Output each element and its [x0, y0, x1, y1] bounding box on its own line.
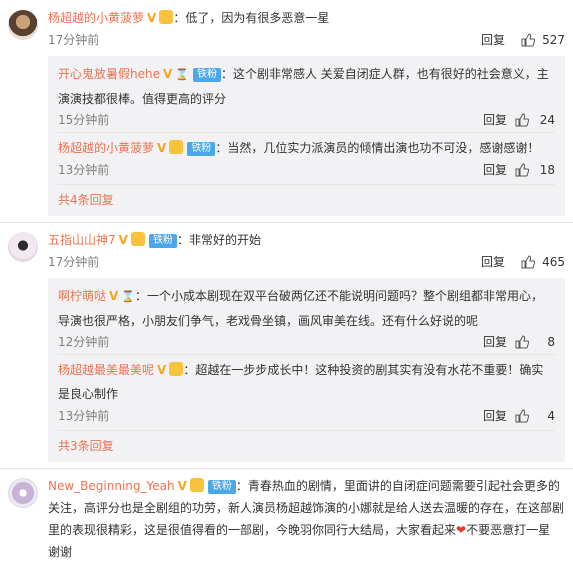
reply-button[interactable]: 回复 — [483, 160, 507, 180]
reply-item: 杨超越最美最美呢 V ：超越在一步步成长中！这种投资的剧其实有没有水花不重要！确实 … — [58, 358, 555, 423]
fan-badge: 铁粉 — [207, 480, 236, 494]
comment-text: ：非常好的开始 — [176, 233, 261, 247]
like-count: 18 — [539, 163, 555, 177]
comment-text: 不要恶意打一星 — [466, 523, 551, 537]
reply-text-line: 杨超越的小黄菠萝 V 铁粉 ：当然，几位实力派演员的倾情出演也功不可没，感谢感谢！ — [58, 136, 555, 160]
vip-badge-icon: V — [157, 363, 167, 377]
divider — [58, 354, 555, 355]
comment-text-line: 里的表现很精彩，这是很值得看的一部剧，今晚羽你同行大结局，大家看起来❤不要恶意打… — [48, 520, 565, 540]
comment-meta: 17分钟前 回复 465 — [48, 252, 565, 272]
reply-text-line: 导演也很严格，小朋友们争气，老戏骨坐镇，画风审美在线。还有什么好说的呢 — [58, 314, 479, 328]
fan-badge: 铁粉 — [148, 234, 177, 248]
comment-text-line: New_Beginning_Yeah V 铁粉 ：青春热血的剧情，里面讲的自闭症问题需… — [48, 476, 565, 496]
timestamp: 12分钟前 — [58, 335, 110, 349]
username-link[interactable]: 五指山山神7 — [48, 233, 116, 247]
divider — [58, 132, 555, 133]
reply-item: 杨超越的小黄菠萝 V 铁粉 ：当然，几位实力派演员的倾情出演也功不可没，感谢感谢！ 1… — [58, 136, 555, 177]
like-count: 4 — [547, 409, 555, 423]
fan-badge: 铁粉 — [192, 68, 221, 82]
timestamp: 13分钟前 — [58, 163, 110, 177]
like-count: 24 — [539, 113, 555, 127]
comment-divider — [0, 222, 573, 223]
comment-text-line: 杨超越的小黄菠萝 V ：低了，因为有很多恶意一星 — [48, 8, 565, 28]
username-link[interactable]: 啊柠萌哒 — [58, 289, 106, 303]
more-replies-link[interactable]: 共3条回复 — [58, 436, 114, 456]
thumbs-up-icon[interactable] — [515, 113, 529, 127]
username-link[interactable]: 杨超越的小黄菠萝 — [58, 141, 154, 155]
reply-text: ：这个剧非常感人 关爱自闭症人群，也有很好的社会意义，主 — [220, 67, 549, 81]
comment-meta: 17分钟前 回复 527 — [48, 30, 565, 50]
comment-divider — [0, 468, 573, 469]
reply-button[interactable]: 回复 — [481, 252, 505, 272]
reply-meta: 15分钟前 回复 24 — [58, 110, 555, 130]
thumbs-up-icon[interactable] — [521, 33, 535, 47]
username-link[interactable]: 杨超越的小黄菠萝 — [48, 11, 144, 25]
fan-medal-icon — [169, 140, 184, 154]
reply-meta: 13分钟前 回复 4 — [58, 406, 555, 426]
more-replies-link[interactable]: 共4条回复 — [58, 190, 114, 210]
reply-text-line: 是良心制作 — [58, 387, 119, 401]
reply-text-line: 开心鬼放暑假hehe V ⌛ 铁粉 ：这个剧非常感人 关爱自闭症人群，也有很好的社会意义… — [58, 62, 555, 87]
reply-text: ：超越在一步步成长中！这种投资的剧其实有没有水花不重要！确实 — [183, 363, 544, 377]
thumbs-up-icon[interactable] — [521, 255, 535, 269]
fan-medal-icon — [189, 478, 204, 492]
fan-medal-icon — [169, 362, 184, 376]
hourglass-icon: ⌛ — [175, 68, 189, 81]
reply-thread: 开心鬼放暑假hehe V ⌛ 铁粉 ：这个剧非常感人 关爱自闭症人群，也有很好的社会意义… — [48, 56, 565, 216]
fan-medal-icon — [130, 232, 145, 246]
reply-text: ：一个小成本剧现在双平台破两亿还不能说明问题吗？整个剧组都非常用心， — [135, 289, 544, 303]
reply-item: 开心鬼放暑假hehe V ⌛ 铁粉 ：这个剧非常感人 关爱自闭症人群，也有很好的社会意义… — [58, 62, 555, 127]
vip-badge-icon: V — [162, 67, 173, 81]
reply-text-line: 杨超越最美最美呢 V ：超越在一步步成长中！这种投资的剧其实有没有水花不重要！确实 — [58, 358, 555, 382]
reply-button[interactable]: 回复 — [483, 332, 507, 352]
reply-meta: 12分钟前 回复 8 — [58, 332, 555, 352]
vip-badge-icon: V — [118, 233, 128, 247]
reply-item: 啊柠萌哒 V ⌛：一个小成本剧现在双平台破两亿还不能说明问题吗？整个剧组都非常用心，… — [58, 284, 555, 349]
reply-meta: 13分钟前 回复 18 — [58, 160, 555, 180]
avatar[interactable] — [8, 232, 38, 262]
like-count: 527 — [542, 33, 565, 47]
username-link[interactable]: 开心鬼放暑假hehe — [58, 67, 160, 81]
reply-text: ：当然，几位实力派演员的倾情出演也功不可没，感谢感谢！ — [215, 141, 540, 155]
username-link[interactable]: New_Beginning_Yeah — [48, 479, 175, 493]
thumbs-up-icon[interactable] — [515, 335, 529, 349]
divider — [58, 430, 555, 431]
reply-thread: 啊柠萌哒 V ⌛：一个小成本剧现在双平台破两亿还不能说明问题吗？整个剧组都非常用心，… — [48, 278, 565, 462]
comment-text: ：青春热血的剧情，里面讲的自闭症问题需要引起社会更多的 — [235, 479, 560, 493]
reply-button[interactable]: 回复 — [483, 406, 507, 426]
comment-text: 里的表现很精彩，这是很值得看的一部剧，今晚羽你同行大结局，大家看起来 — [48, 523, 457, 537]
hourglass-icon: ⌛ — [121, 290, 136, 303]
thumbs-up-icon[interactable] — [515, 163, 529, 177]
like-count: 465 — [542, 255, 565, 269]
username-link[interactable]: 杨超越最美最美呢 — [58, 363, 154, 377]
reply-text-line: 演演技都很棒。值得更高的评分 — [58, 92, 227, 106]
comment-text-line: 谢谢 — [48, 545, 73, 559]
avatar[interactable] — [8, 10, 38, 40]
reply-button[interactable]: 回复 — [481, 30, 505, 50]
comment-text: ：低了，因为有很多恶意一星 — [173, 11, 330, 25]
timestamp: 17分钟前 — [48, 33, 100, 47]
divider — [58, 184, 555, 185]
comment-text-line: 关注，高评分也是全剧组的功劳，新人演员杨超越饰演的小娜就是给人送去温暖的存在，在… — [48, 501, 565, 515]
like-count: 8 — [547, 335, 555, 349]
fan-badge: 铁粉 — [187, 142, 216, 156]
fan-medal-icon — [159, 10, 174, 24]
heart-icon: ❤ — [456, 523, 467, 537]
timestamp: 15分钟前 — [58, 113, 110, 127]
vip-badge-icon: V — [177, 479, 187, 493]
thumbs-up-icon[interactable] — [515, 409, 529, 423]
timestamp: 13分钟前 — [58, 409, 110, 423]
comment-text-line: 五指山山神7 V 铁粉 ：非常好的开始 — [48, 230, 565, 250]
vip-badge-icon: V — [157, 141, 167, 155]
reply-text-line: 啊柠萌哒 V ⌛：一个小成本剧现在双平台破两亿还不能说明问题吗？整个剧组都非常用心， — [58, 284, 555, 309]
timestamp: 17分钟前 — [48, 255, 100, 269]
reply-button[interactable]: 回复 — [483, 110, 507, 130]
vip-badge-icon: V — [109, 289, 119, 303]
avatar[interactable] — [8, 478, 38, 508]
vip-badge-icon: V — [147, 11, 157, 25]
